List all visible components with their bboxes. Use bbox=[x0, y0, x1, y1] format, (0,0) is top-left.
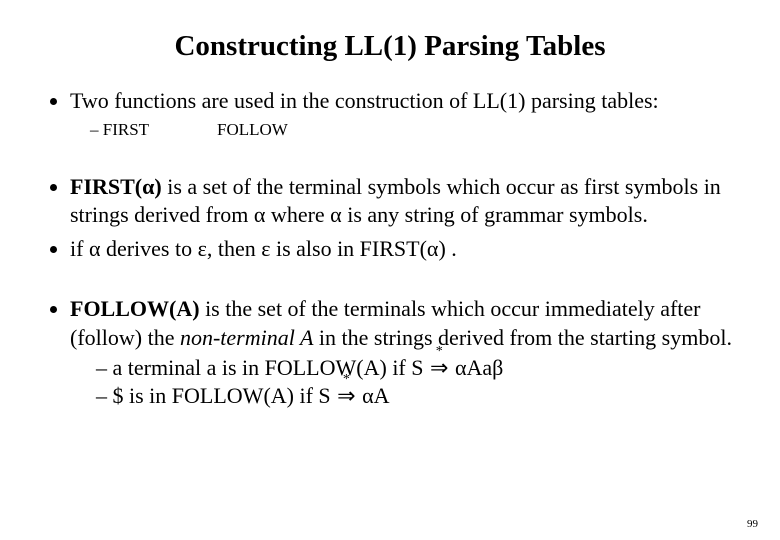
spacer bbox=[30, 147, 750, 173]
slide-title: Constructing LL(1) Parsing Tables bbox=[30, 30, 750, 63]
bullet-follow-def: FOLLOW(A) is the set of the terminals wh… bbox=[70, 295, 750, 410]
spacer bbox=[30, 269, 750, 295]
bullet-intro: Two functions are used in the constructi… bbox=[70, 87, 750, 141]
bullet-list: Two functions are used in the constructi… bbox=[50, 87, 750, 141]
intro-sublist: FIRST FOLLOW bbox=[70, 119, 750, 141]
follow-lead: FOLLOW(A) bbox=[70, 296, 200, 321]
follow-nt: non-terminal A bbox=[180, 325, 313, 350]
func-first: FIRST bbox=[103, 119, 213, 141]
func-follow: FOLLOW bbox=[217, 119, 288, 141]
follow-sub-b: $ is in FOLLOW(A) if S *⇒ αA bbox=[96, 382, 750, 410]
star-icon: * bbox=[343, 371, 350, 389]
page-number: 99 bbox=[747, 518, 758, 530]
bullet-first-eps: if α derives to ε, then ε is also in FIR… bbox=[70, 235, 750, 263]
bullet-first-def: FIRST(α) is a set of the terminal symbol… bbox=[70, 173, 750, 229]
intro-text: Two functions are used in the constructi… bbox=[70, 88, 659, 113]
derives-icon: *⇒ bbox=[429, 354, 449, 382]
bullet-list-first: FIRST(α) is a set of the terminal symbol… bbox=[50, 173, 750, 263]
follow-sub-b-pre: $ is in FOLLOW(A) if S bbox=[113, 383, 337, 408]
follow-sub-a-pre: a terminal a is in FOLLOW(A) if S bbox=[113, 355, 430, 380]
first-eps-text: if α derives to ε, then ε is also in FIR… bbox=[70, 236, 457, 261]
derives-icon: *⇒ bbox=[336, 382, 356, 410]
funcs-row: FIRST FOLLOW bbox=[90, 119, 750, 141]
star-icon: * bbox=[436, 343, 443, 361]
follow-sub-a: a terminal a is in FOLLOW(A) if S *⇒ αAa… bbox=[96, 354, 750, 382]
follow-sub-b-post: αA bbox=[357, 383, 390, 408]
follow-sublist: a terminal a is in FOLLOW(A) if S *⇒ αAa… bbox=[70, 354, 750, 410]
slide: Constructing LL(1) Parsing Tables Two fu… bbox=[0, 0, 780, 540]
first-def-lead: FIRST(α) bbox=[70, 174, 162, 199]
bullet-list-follow: FOLLOW(A) is the set of the terminals wh… bbox=[50, 295, 750, 410]
follow-rest2: in the strings derived from the starting… bbox=[313, 325, 732, 350]
first-def-rest: is a set of the terminal symbols which o… bbox=[70, 174, 721, 227]
follow-sub-a-post: αAaβ bbox=[449, 355, 503, 380]
